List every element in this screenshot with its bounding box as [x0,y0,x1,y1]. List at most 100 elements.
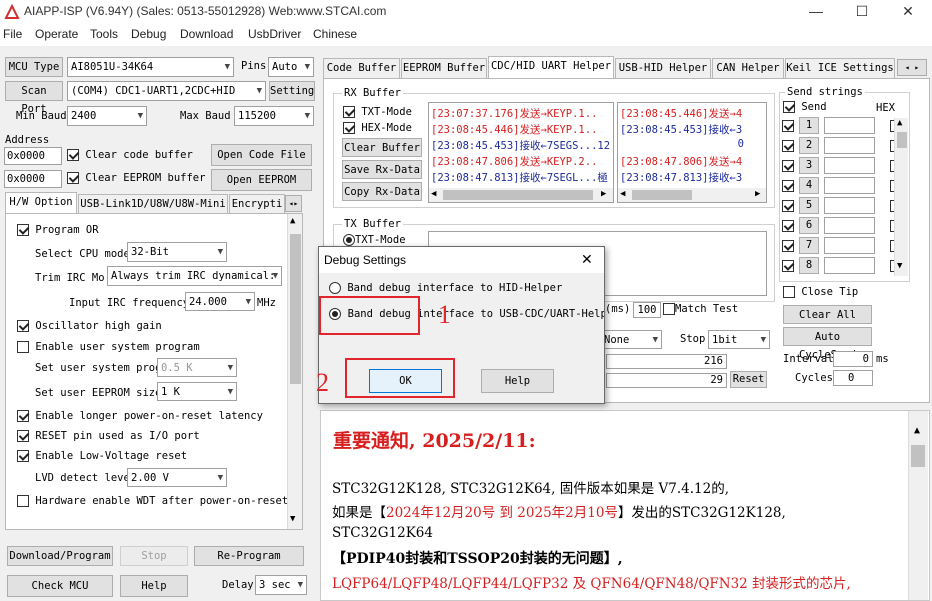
open-code-file-button[interactable]: Open Code File [211,144,312,166]
send-string-input[interactable] [824,257,875,274]
maximize-button[interactable]: ☐ [839,0,885,24]
copy-rx-data-button[interactable]: Copy Rx-Data [342,182,422,201]
txt-mode-checkbox[interactable]: TXT-Mode [343,106,412,118]
send-string-button[interactable]: 2 [799,137,819,154]
send-string-button[interactable]: 5 [799,197,819,214]
checkbox-checked-icon[interactable] [782,180,794,192]
menu-usbdriver[interactable]: UsbDriver [248,27,301,41]
minimize-button[interactable]: — [793,0,839,24]
tx-txt-mode-radio[interactable]: TXT-Mode [343,234,406,246]
wdt-checkbox[interactable]: Hardware enable WDT after power-on-reset [17,495,288,507]
stop-button[interactable]: Stop [120,546,188,566]
send-string-input[interactable] [824,237,875,254]
dialog-help-button[interactable]: Help [481,369,554,393]
port-select[interactable]: (COM4) CDC1-UART1,2CDC+HID ▼ [67,81,266,101]
check-mcu-button[interactable]: Check MCU [7,575,113,597]
send-string-button[interactable]: 3 [799,157,819,174]
help-button[interactable]: Help [120,575,188,597]
send-string-input[interactable] [824,177,875,194]
checkbox-checked-icon[interactable] [782,240,794,252]
close-button[interactable]: ✕ [885,0,931,24]
open-eeprom-file-button[interactable]: Open EEPROM File [211,169,312,206]
scan-port-button[interactable]: Scan Port [5,81,63,115]
checkbox-checked-icon[interactable] [782,200,794,212]
send-string-input[interactable] [824,197,875,214]
irc-frequency-select[interactable]: 24.000 ▼ [185,292,255,311]
delay-select[interactable]: 3 sec ▼ [255,575,307,595]
parity-select[interactable]: None ▼ [600,330,662,349]
clear-eeprom-checkbox[interactable]: Clear EEPROM buffer [67,172,205,184]
send-all-checkbox[interactable]: Send [783,101,827,113]
menu-file[interactable]: File [3,27,22,41]
menu-debug[interactable]: Debug [131,27,166,41]
send-string-input[interactable] [824,157,875,174]
scroll-thumb[interactable] [632,190,692,200]
download-program-button[interactable]: Download/Program [7,546,113,566]
tab-scroll-arrows[interactable]: ◂ ▸ [897,59,927,76]
clear-code-checkbox[interactable]: Clear code buffer [67,149,193,161]
tab-keil-ice-settings[interactable]: Keil ICE Settings [785,58,895,78]
tab-hw-option[interactable]: H/W Option [5,192,77,215]
send-string-input[interactable] [824,217,875,234]
tab-code-buffer[interactable]: Code Buffer [323,58,400,78]
interval-input[interactable]: 0 [833,351,873,367]
menu-chinese[interactable]: Chinese [313,27,357,41]
tab-can-helper[interactable]: CAN Helper [712,58,784,78]
setting-button[interactable]: Setting [269,81,315,101]
re-program-button[interactable]: Re-Program [194,546,304,566]
scroll-thumb[interactable] [897,132,907,148]
code-address-input[interactable]: 0x0000 [4,147,62,165]
hid-helper-radio[interactable]: Band debug interface to HID-Helper [329,282,562,294]
cycles-input[interactable]: 0 [833,370,873,386]
auto-cycle-send-button[interactable]: Auto CycleSend [783,327,872,361]
reset-count-button[interactable]: Reset [730,371,767,388]
longer-por-checkbox[interactable]: Enable longer power-on-reset latency [17,410,263,422]
notice-scrollbar[interactable]: ▲ [908,411,928,600]
match-test-checkbox[interactable]: Match Test [663,303,738,315]
eeprom-size-select[interactable]: 1 K ▼ [157,382,237,401]
timeout-input[interactable]: 100 [633,302,661,318]
tab-usb-link[interactable]: USB-Link1D/U8W/U8W-Mini [78,194,228,214]
scroll-thumb[interactable] [443,190,593,200]
send-string-button[interactable]: 1 [799,117,819,134]
tab-eeprom-buffer[interactable]: EEPROM Buffer [401,58,487,78]
hw-scrollbar[interactable]: ▲ ▼ [287,214,302,529]
tab-scroll-arrows[interactable]: ◂▸ [285,195,302,212]
cpu-mode-select[interactable]: 32-Bit ▼ [127,242,227,262]
checkbox-checked-icon[interactable] [782,260,794,272]
reset-io-checkbox[interactable]: RESET pin used as I/O port [17,430,200,442]
user-prog-size-select[interactable]: 0.5 K ▼ [157,358,237,377]
trim-irc-select[interactable]: Always trim IRC dynamical: ▼ [107,266,282,286]
program-or-checkbox[interactable]: Program OR [17,224,99,236]
checkbox-checked-icon[interactable] [782,120,794,132]
checkbox-checked-icon[interactable] [782,140,794,152]
send-string-button[interactable]: 8 [799,257,819,274]
send-string-input[interactable] [824,137,875,154]
clear-buffer-button[interactable]: Clear Buffer [342,138,422,157]
send-string-input[interactable] [824,117,875,134]
lvr-checkbox[interactable]: Enable Low-Voltage reset [17,450,187,462]
scroll-thumb[interactable] [911,445,925,467]
send-string-button[interactable]: 6 [799,217,819,234]
tab-cdc-hid-uart-helper[interactable]: CDC/HID UART Helper [488,56,614,79]
scroll-thumb[interactable] [290,234,301,384]
menu-operate[interactable]: Operate [35,27,78,41]
lvd-select[interactable]: 2.00 V ▼ [127,468,227,487]
mcu-type-select[interactable]: AI8051U-34K64 ▼ [67,57,234,77]
rx-text-left[interactable]: [23:07:37.176]发送→KEYP.1.. [23:08:45.446]… [428,102,614,203]
user-program-checkbox[interactable]: Enable user system program [17,341,200,353]
tab-usb-hid-helper[interactable]: USB-HID Helper [615,58,711,78]
hex-mode-checkbox[interactable]: HEX-Mode [343,122,412,134]
close-tip-checkbox[interactable]: Close Tip [783,286,858,298]
send-string-button[interactable]: 7 [799,237,819,254]
checkbox-checked-icon[interactable] [782,160,794,172]
menu-tools[interactable]: Tools [90,27,118,41]
save-rx-data-button[interactable]: Save Rx-Data [342,160,422,179]
eeprom-address-input[interactable]: 0x0000 [4,170,62,188]
rx-text-right[interactable]: [23:08:45.446]发送→4 [23:08:45.453]接收←3 0 … [617,102,767,203]
send-string-button[interactable]: 4 [799,177,819,194]
rx-right-hscroll[interactable]: ◀ ▶ [618,188,766,202]
min-baud-select[interactable]: 2400 ▼ [67,106,147,126]
clear-all-data-button[interactable]: Clear All Data [783,305,872,339]
tab-encryption[interactable]: Encrypti [229,194,285,214]
